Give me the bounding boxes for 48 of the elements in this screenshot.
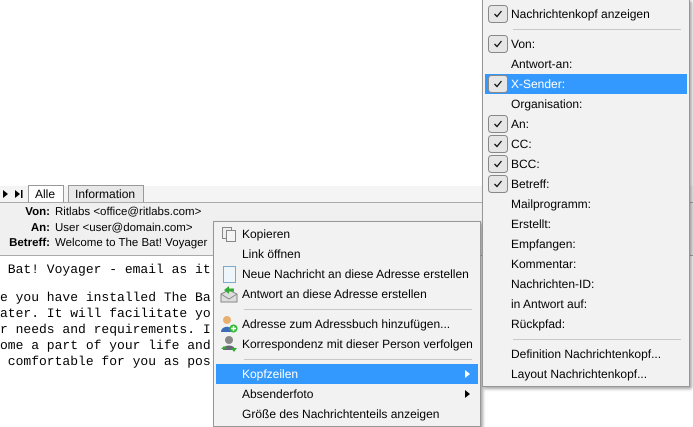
- menu-item[interactable]: Antwort-an:: [485, 54, 687, 74]
- body-line: ater. It will facilitate yo: [0, 306, 211, 322]
- menu-item[interactable]: Layout Nachrichtenkopf...: [485, 364, 687, 384]
- menu-item[interactable]: CC:: [485, 134, 687, 154]
- menu-item[interactable]: BCC:: [485, 154, 687, 174]
- menu-item[interactable]: Link öffnen: [216, 244, 478, 264]
- menu-item[interactable]: Korrespondenz mit dieser Person verfolgen: [216, 334, 478, 354]
- menu-item[interactable]: Erstellt:: [485, 214, 687, 234]
- menu-item[interactable]: Kommentar:: [485, 254, 687, 274]
- menu-item[interactable]: in Antwort auf:: [485, 294, 687, 314]
- header-label: An:: [30, 220, 50, 236]
- header-label: Von:: [24, 205, 50, 220]
- body-line: Bat! Voyager - email as it: [6, 262, 211, 278]
- header-value: Welcome to The Bat! Voyager: [55, 236, 208, 251]
- submenu-arrow-icon: [465, 390, 470, 398]
- menu-item[interactable]: Nachrichten-ID:: [485, 274, 687, 294]
- person-add-icon: [220, 315, 238, 333]
- header-label: Betreff:: [8, 236, 50, 251]
- last-icon[interactable]: [14, 189, 24, 199]
- menu-item[interactable]: Kopieren: [216, 224, 478, 244]
- tab[interactable]: Information: [68, 185, 144, 202]
- menu-item[interactable]: Mailprogramm:: [485, 194, 687, 214]
- person-arrows-icon: [220, 335, 238, 353]
- header-value: User <user@domain.com>: [55, 220, 194, 236]
- menu-item[interactable]: Antwort an diese Adresse erstellen: [216, 284, 478, 304]
- menu-item[interactable]: An:: [485, 114, 687, 134]
- body-line: r needs and requirements. I: [0, 322, 211, 338]
- envelope-arrow-icon: [220, 286, 238, 302]
- next-icon[interactable]: [2, 189, 10, 199]
- body-line: comfortable for you as pos: [6, 354, 211, 370]
- menu-item[interactable]: Neue Nachricht an diese Adresse erstellen: [216, 264, 478, 284]
- menu-item[interactable]: Adresse zum Adressbuch hinzufügen...: [216, 314, 478, 334]
- header-value: Ritlabs <office@ritlabs.com>: [55, 205, 202, 220]
- menu-item[interactable]: Rückpfad:: [485, 314, 687, 334]
- body-line: ome a part of your life and: [0, 338, 211, 354]
- menu-item[interactable]: Betreff:: [485, 174, 687, 194]
- menu-item[interactable]: Nachrichtenkopf anzeigen: [485, 4, 687, 24]
- menu-item[interactable]: Organisation:: [485, 94, 687, 114]
- document-icon: [222, 266, 236, 282]
- menu-item[interactable]: Empfangen:: [485, 234, 687, 254]
- menu-item[interactable]: Größe des Nachrichtenteils anzeigen: [216, 404, 478, 424]
- copy-icon: [221, 226, 237, 242]
- body-line: e you have installed The Ba: [0, 290, 211, 306]
- menu-item[interactable]: Absenderfoto: [216, 384, 478, 404]
- menu-item[interactable]: Definition Nachrichtenkopf...: [485, 344, 687, 364]
- submenu-arrow-icon: [465, 370, 470, 378]
- menu-item[interactable]: Von:: [485, 34, 687, 54]
- tab[interactable]: Alle: [28, 185, 64, 202]
